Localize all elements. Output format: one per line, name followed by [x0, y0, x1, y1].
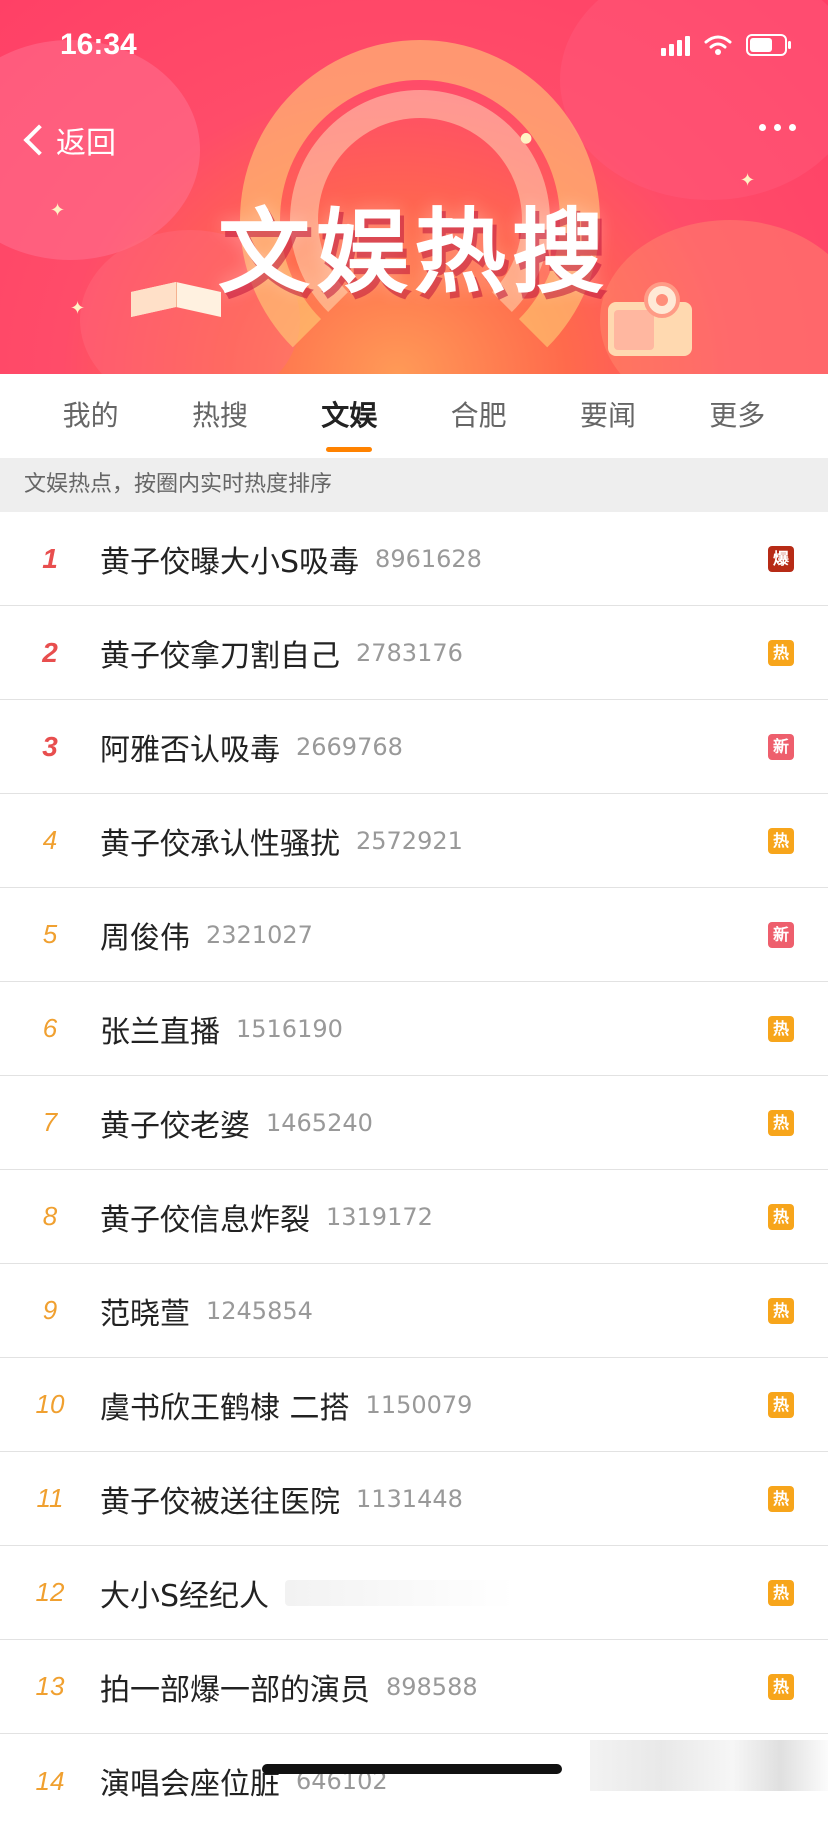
- banner-title: 文娱热搜: [217, 199, 610, 306]
- status-time: 16:34: [60, 28, 137, 61]
- tab-entertainment[interactable]: 文娱: [294, 394, 404, 438]
- heat-count: 2783176: [356, 638, 463, 667]
- tab-news[interactable]: 要闻: [553, 394, 663, 438]
- rank-number: 1: [42, 542, 58, 574]
- obscured-region: [590, 1740, 828, 1791]
- status-badge: 热: [768, 1579, 794, 1606]
- rank-number: 3: [42, 730, 58, 762]
- sparkle-icon: ●: [520, 130, 533, 146]
- status-badge: 热: [768, 1203, 794, 1230]
- more-button[interactable]: [759, 124, 796, 131]
- list-item[interactable]: 13 拍一部爆一部的演员 898588 热: [0, 1640, 828, 1734]
- topic-title: 范晓萱: [100, 1296, 190, 1332]
- back-label: 返回: [56, 126, 116, 161]
- list-item[interactable]: 10 虞书欣王鹤棣 二搭 1150079 热: [0, 1358, 828, 1452]
- list-item[interactable]: 4 黄子佼承认性骚扰 2572921 热: [0, 794, 828, 888]
- topic-title: 演唱会座位脏: [100, 1767, 280, 1802]
- header-banner: ✦ ✦ ✦ ● 16:34 返回 文娱热搜: [0, 0, 828, 374]
- back-button[interactable]: 返回: [20, 118, 116, 162]
- topic-title: 黄子佼承认性骚扰: [100, 826, 340, 862]
- rank-number: 10: [35, 1389, 65, 1419]
- topic-title: 黄子佼曝大小S吸毒: [100, 544, 360, 580]
- rank-number: 11: [36, 1483, 64, 1513]
- rank-number: 5: [42, 919, 58, 949]
- list-item[interactable]: 6 张兰直播 1516190 热: [0, 982, 828, 1076]
- rank-number: 4: [42, 825, 58, 855]
- more-dots-icon: [759, 124, 766, 131]
- tab-hot[interactable]: 热搜: [165, 394, 275, 438]
- list-item[interactable]: 3 阿雅否认吸毒 2669768 新: [0, 700, 828, 794]
- list-item[interactable]: 7 黄子佼老婆 1465240 热: [0, 1076, 828, 1170]
- status-badge: 热: [768, 1109, 794, 1136]
- topic-title: 周俊伟: [100, 920, 190, 956]
- topic-title: 黄子佼信息炸裂: [100, 1202, 310, 1238]
- list-item[interactable]: 1 黄子佼曝大小S吸毒 8961628 爆: [0, 512, 828, 606]
- heat-count: 1245854: [206, 1296, 313, 1325]
- more-dots-icon: [774, 124, 781, 131]
- topic-title: 虞书欣王鹤棣 二搭: [100, 1390, 350, 1426]
- wifi-icon: [704, 34, 732, 56]
- rank-number: 7: [42, 1107, 58, 1137]
- more-dots-icon: [789, 124, 796, 131]
- status-badge: 热: [768, 1391, 794, 1418]
- topic-title: 大小S经纪人: [100, 1578, 270, 1614]
- topic-title: 拍一部爆一部的演员: [100, 1672, 370, 1708]
- rank-number: 12: [35, 1577, 65, 1607]
- list-item[interactable]: 5 周俊伟 2321027 新: [0, 888, 828, 982]
- heat-count: 1319172: [326, 1202, 433, 1231]
- battery-icon: [746, 34, 792, 56]
- list-description: 文娱热点，按圈内实时热度排序: [0, 458, 828, 512]
- topic-title: 张兰直播: [100, 1014, 220, 1050]
- status-badge: 新: [768, 921, 794, 948]
- topic-title: 黄子佼老婆: [100, 1108, 250, 1144]
- heat-count: 2321027: [206, 920, 313, 949]
- rank-number: 2: [42, 636, 58, 668]
- list-item[interactable]: 12 大小S经纪人 热: [0, 1546, 828, 1640]
- list-item[interactable]: 11 黄子佼被送往医院 1131448 热: [0, 1452, 828, 1546]
- status-badge: 热: [768, 1485, 794, 1512]
- topic-title: 黄子佼拿刀割自己: [100, 638, 340, 674]
- status-icons: [661, 34, 792, 56]
- list-item[interactable]: 8 黄子佼信息炸裂 1319172 热: [0, 1170, 828, 1264]
- tab-more[interactable]: 更多: [682, 394, 792, 438]
- list-item[interactable]: 2 黄子佼拿刀割自己 2783176 热: [0, 606, 828, 700]
- status-badge: 热: [768, 1673, 794, 1700]
- heat-count: 1150079: [365, 1390, 473, 1419]
- topic-title: 阿雅否认吸毒: [100, 732, 280, 768]
- tab-bar: 我的 热搜 文娱 合肥 要闻 更多: [0, 374, 828, 458]
- rank-number: 8: [42, 1201, 58, 1231]
- heat-count: 8961628: [375, 544, 482, 573]
- status-badge: 新: [768, 733, 794, 760]
- rank-number: 9: [42, 1295, 58, 1325]
- tab-hefei[interactable]: 合肥: [424, 394, 534, 438]
- rank-number: 6: [42, 1013, 58, 1043]
- topic-title: 黄子佼被送往医院: [100, 1484, 340, 1520]
- heat-count: 2669768: [296, 732, 403, 761]
- tab-mine[interactable]: 我的: [36, 394, 146, 438]
- list-item[interactable]: 9 范晓萱 1245854 热: [0, 1264, 828, 1358]
- status-badge: 爆: [768, 545, 794, 572]
- camera-icon: [608, 282, 692, 356]
- hot-search-list: 1 黄子佼曝大小S吸毒 8961628 爆 2 黄子佼拿刀割自己 2783176…: [0, 512, 828, 1828]
- home-indicator[interactable]: [262, 1764, 562, 1774]
- obscured-heat-count: [285, 1579, 516, 1606]
- status-badge: 热: [768, 1015, 794, 1042]
- rank-number: 13: [35, 1671, 65, 1701]
- signal-icon: [661, 34, 690, 56]
- heat-count: 1516190: [236, 1014, 343, 1043]
- status-badge: 热: [768, 639, 794, 666]
- status-bar: 16:34: [0, 0, 828, 90]
- rank-number: 14: [35, 1765, 65, 1796]
- heat-count: 1131448: [356, 1484, 463, 1513]
- status-badge: 热: [768, 1297, 794, 1324]
- heat-count: 898588: [386, 1672, 478, 1701]
- heat-count: 2572921: [356, 826, 463, 855]
- heat-count: 1465240: [266, 1108, 373, 1137]
- status-badge: 热: [768, 827, 794, 854]
- chevron-left-icon: [23, 124, 55, 156]
